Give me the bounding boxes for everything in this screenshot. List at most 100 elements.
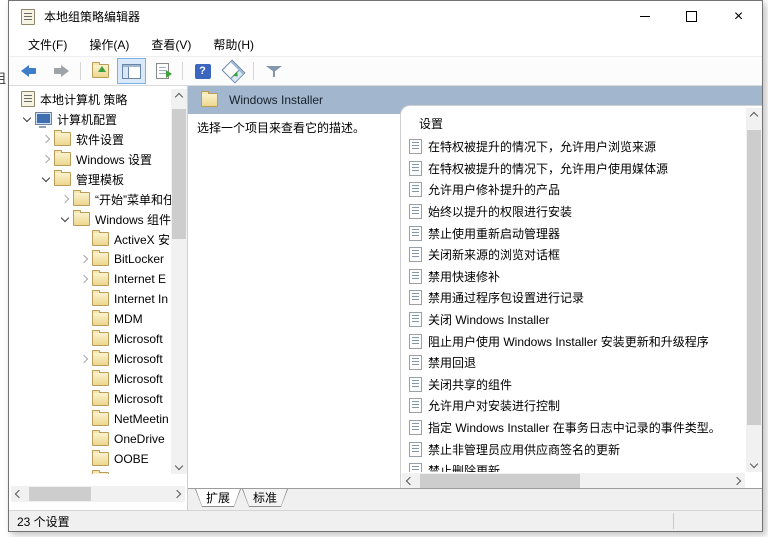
setting-row[interactable]: 禁用回退 (407, 352, 745, 374)
setting-row[interactable]: 禁止使用重新启动管理器 (407, 222, 745, 244)
chevron-right-icon[interactable] (78, 354, 92, 364)
tree-item[interactable]: RSS 源 (9, 469, 171, 474)
tree-item[interactable]: OOBE (9, 449, 171, 469)
show-action-pane-button[interactable] (219, 58, 248, 84)
setting-row[interactable]: 在特权被提升的情况下，允许用户使用媒体源 (407, 158, 745, 180)
setting-label: 指定 Windows Installer 在事务日志中记录的事件类型。 (428, 419, 721, 436)
tree-item[interactable]: Windows 设置 (9, 149, 171, 169)
chevron-right-icon[interactable] (40, 154, 54, 164)
folder-icon (92, 232, 109, 246)
scrollbar-thumb[interactable] (172, 109, 186, 239)
tree-item[interactable]: Microsoft (9, 329, 171, 349)
tree-item[interactable]: OneDrive (9, 429, 171, 449)
setting-row[interactable]: 关闭新来源的浏览对话框 (407, 244, 745, 266)
tree-item-label: “开始”菜单和任 (95, 191, 171, 208)
setting-row[interactable]: 禁用快速修补 (407, 266, 745, 288)
policy-setting-icon (409, 355, 422, 370)
setting-row[interactable]: 阻止用户使用 Windows Installer 安装更新和升级程序 (407, 330, 745, 352)
chevron-right-icon[interactable] (40, 134, 54, 144)
setting-row[interactable]: 禁止非管理员应用供应商签名的更新 (407, 438, 745, 460)
settings-horizontal-scrollbar[interactable] (402, 473, 745, 489)
chevron-down-icon[interactable] (40, 174, 54, 184)
tree-item-label: Windows 设置 (76, 151, 155, 168)
chevron-down-icon[interactable] (59, 214, 73, 224)
export-list-button[interactable] (148, 58, 177, 84)
setting-row[interactable]: 在特权被提升的情况下，允许用户浏览来源 (407, 136, 745, 158)
chevron-right-icon[interactable] (78, 274, 92, 284)
tree-item[interactable]: 本地计算机 策略 (9, 89, 171, 109)
folder-icon (73, 212, 90, 226)
scroll-left-arrow[interactable] (11, 486, 27, 502)
setting-row[interactable]: 始终以提升的权限进行安装 (407, 201, 745, 223)
tree-vertical-scrollbar[interactable] (171, 89, 187, 474)
tree-item-label: 本地计算机 策略 (40, 91, 130, 108)
scroll-down-arrow[interactable] (171, 458, 187, 474)
show-action-pane-icon (221, 59, 245, 83)
chevron-down-icon[interactable] (21, 114, 35, 124)
tree-item[interactable]: NetMeetin (9, 409, 171, 429)
tree-item[interactable]: BitLocker (9, 249, 171, 269)
setting-row[interactable]: 关闭 Windows Installer (407, 309, 745, 331)
menu-help[interactable]: 帮助(H) (202, 32, 265, 56)
tree-item[interactable]: Microsoft (9, 389, 171, 409)
scrollbar-thumb[interactable] (29, 487, 91, 501)
policy-setting-icon (409, 377, 422, 392)
menu-file[interactable]: 文件(F) (17, 32, 78, 56)
settings-vertical-scrollbar[interactable] (746, 108, 762, 472)
chevron-right-icon[interactable] (78, 254, 92, 264)
setting-row[interactable]: 允许用户对安装进行控制 (407, 395, 745, 417)
setting-label: 禁用通过程序包设置进行记录 (428, 289, 584, 306)
tree-item[interactable]: 软件设置 (9, 129, 171, 149)
menu-action[interactable]: 操作(A) (78, 32, 140, 56)
scroll-right-arrow[interactable] (729, 473, 745, 489)
setting-label: 禁用回退 (428, 354, 476, 371)
tree-item[interactable]: Windows 组件 (9, 209, 171, 229)
scroll-left-arrow[interactable] (402, 473, 418, 489)
maximize-icon (686, 11, 697, 22)
scrollbar-thumb[interactable] (747, 130, 761, 425)
forward-button[interactable] (46, 58, 75, 84)
setting-row[interactable]: 禁止删除更新 (407, 460, 745, 472)
tree-item[interactable]: “开始”菜单和任 (9, 189, 171, 209)
folder-icon (92, 372, 109, 386)
tree-item[interactable]: Microsoft (9, 369, 171, 389)
settings-column-header[interactable]: 设置 (419, 115, 443, 132)
help-button[interactable] (188, 58, 217, 84)
scroll-up-arrow[interactable] (746, 108, 762, 124)
scroll-up-arrow[interactable] (171, 89, 187, 105)
folder-icon (92, 252, 109, 266)
show-console-tree-button[interactable] (117, 58, 146, 84)
scroll-down-arrow[interactable] (746, 456, 762, 472)
tree-item-label: RSS 源 (114, 471, 157, 475)
menu-view[interactable]: 查看(V) (140, 32, 202, 56)
close-button[interactable]: × (715, 1, 762, 32)
title-bar[interactable]: 本地组策略编辑器 × (9, 1, 762, 32)
tree-item[interactable]: MDM (9, 309, 171, 329)
console-tree-panel: 本地计算机 策略计算机配置软件设置 Windows 设置管理模板 “开始”菜单和任W… (9, 86, 188, 510)
back-button[interactable] (15, 58, 44, 84)
scroll-right-arrow[interactable] (169, 486, 185, 502)
tree-item[interactable]: 管理模板 (9, 169, 171, 189)
scrollbar-thumb[interactable] (420, 474, 580, 488)
tab-standard[interactable]: 标准 (242, 489, 288, 507)
maximize-button[interactable] (668, 1, 715, 32)
setting-row[interactable]: 关闭共享的组件 (407, 374, 745, 396)
tree-item[interactable]: Internet E (9, 269, 171, 289)
setting-row[interactable]: 指定 Windows Installer 在事务日志中记录的事件类型。 (407, 417, 745, 439)
tree-item[interactable]: Internet In (9, 289, 171, 309)
policy-setting-icon (409, 398, 422, 413)
setting-row[interactable]: 允许用户修补提升的产品 (407, 179, 745, 201)
tab-extended[interactable]: 扩展 (195, 489, 241, 507)
setting-row[interactable]: 禁用通过程序包设置进行记录 (407, 287, 745, 309)
tree-item[interactable]: ActiveX 安 (9, 229, 171, 249)
tree-item[interactable]: 计算机配置 (9, 109, 171, 129)
tree-item-label: 软件设置 (76, 131, 127, 148)
background-window-text: 阻 (0, 68, 8, 86)
chevron-right-icon[interactable] (59, 194, 73, 204)
no-chevron (78, 374, 92, 384)
filter-button[interactable] (259, 58, 288, 84)
up-one-level-button[interactable] (86, 58, 115, 84)
tree-item[interactable]: Microsoft (9, 349, 171, 369)
tree-horizontal-scrollbar[interactable] (11, 486, 185, 502)
minimize-button[interactable] (621, 1, 668, 32)
